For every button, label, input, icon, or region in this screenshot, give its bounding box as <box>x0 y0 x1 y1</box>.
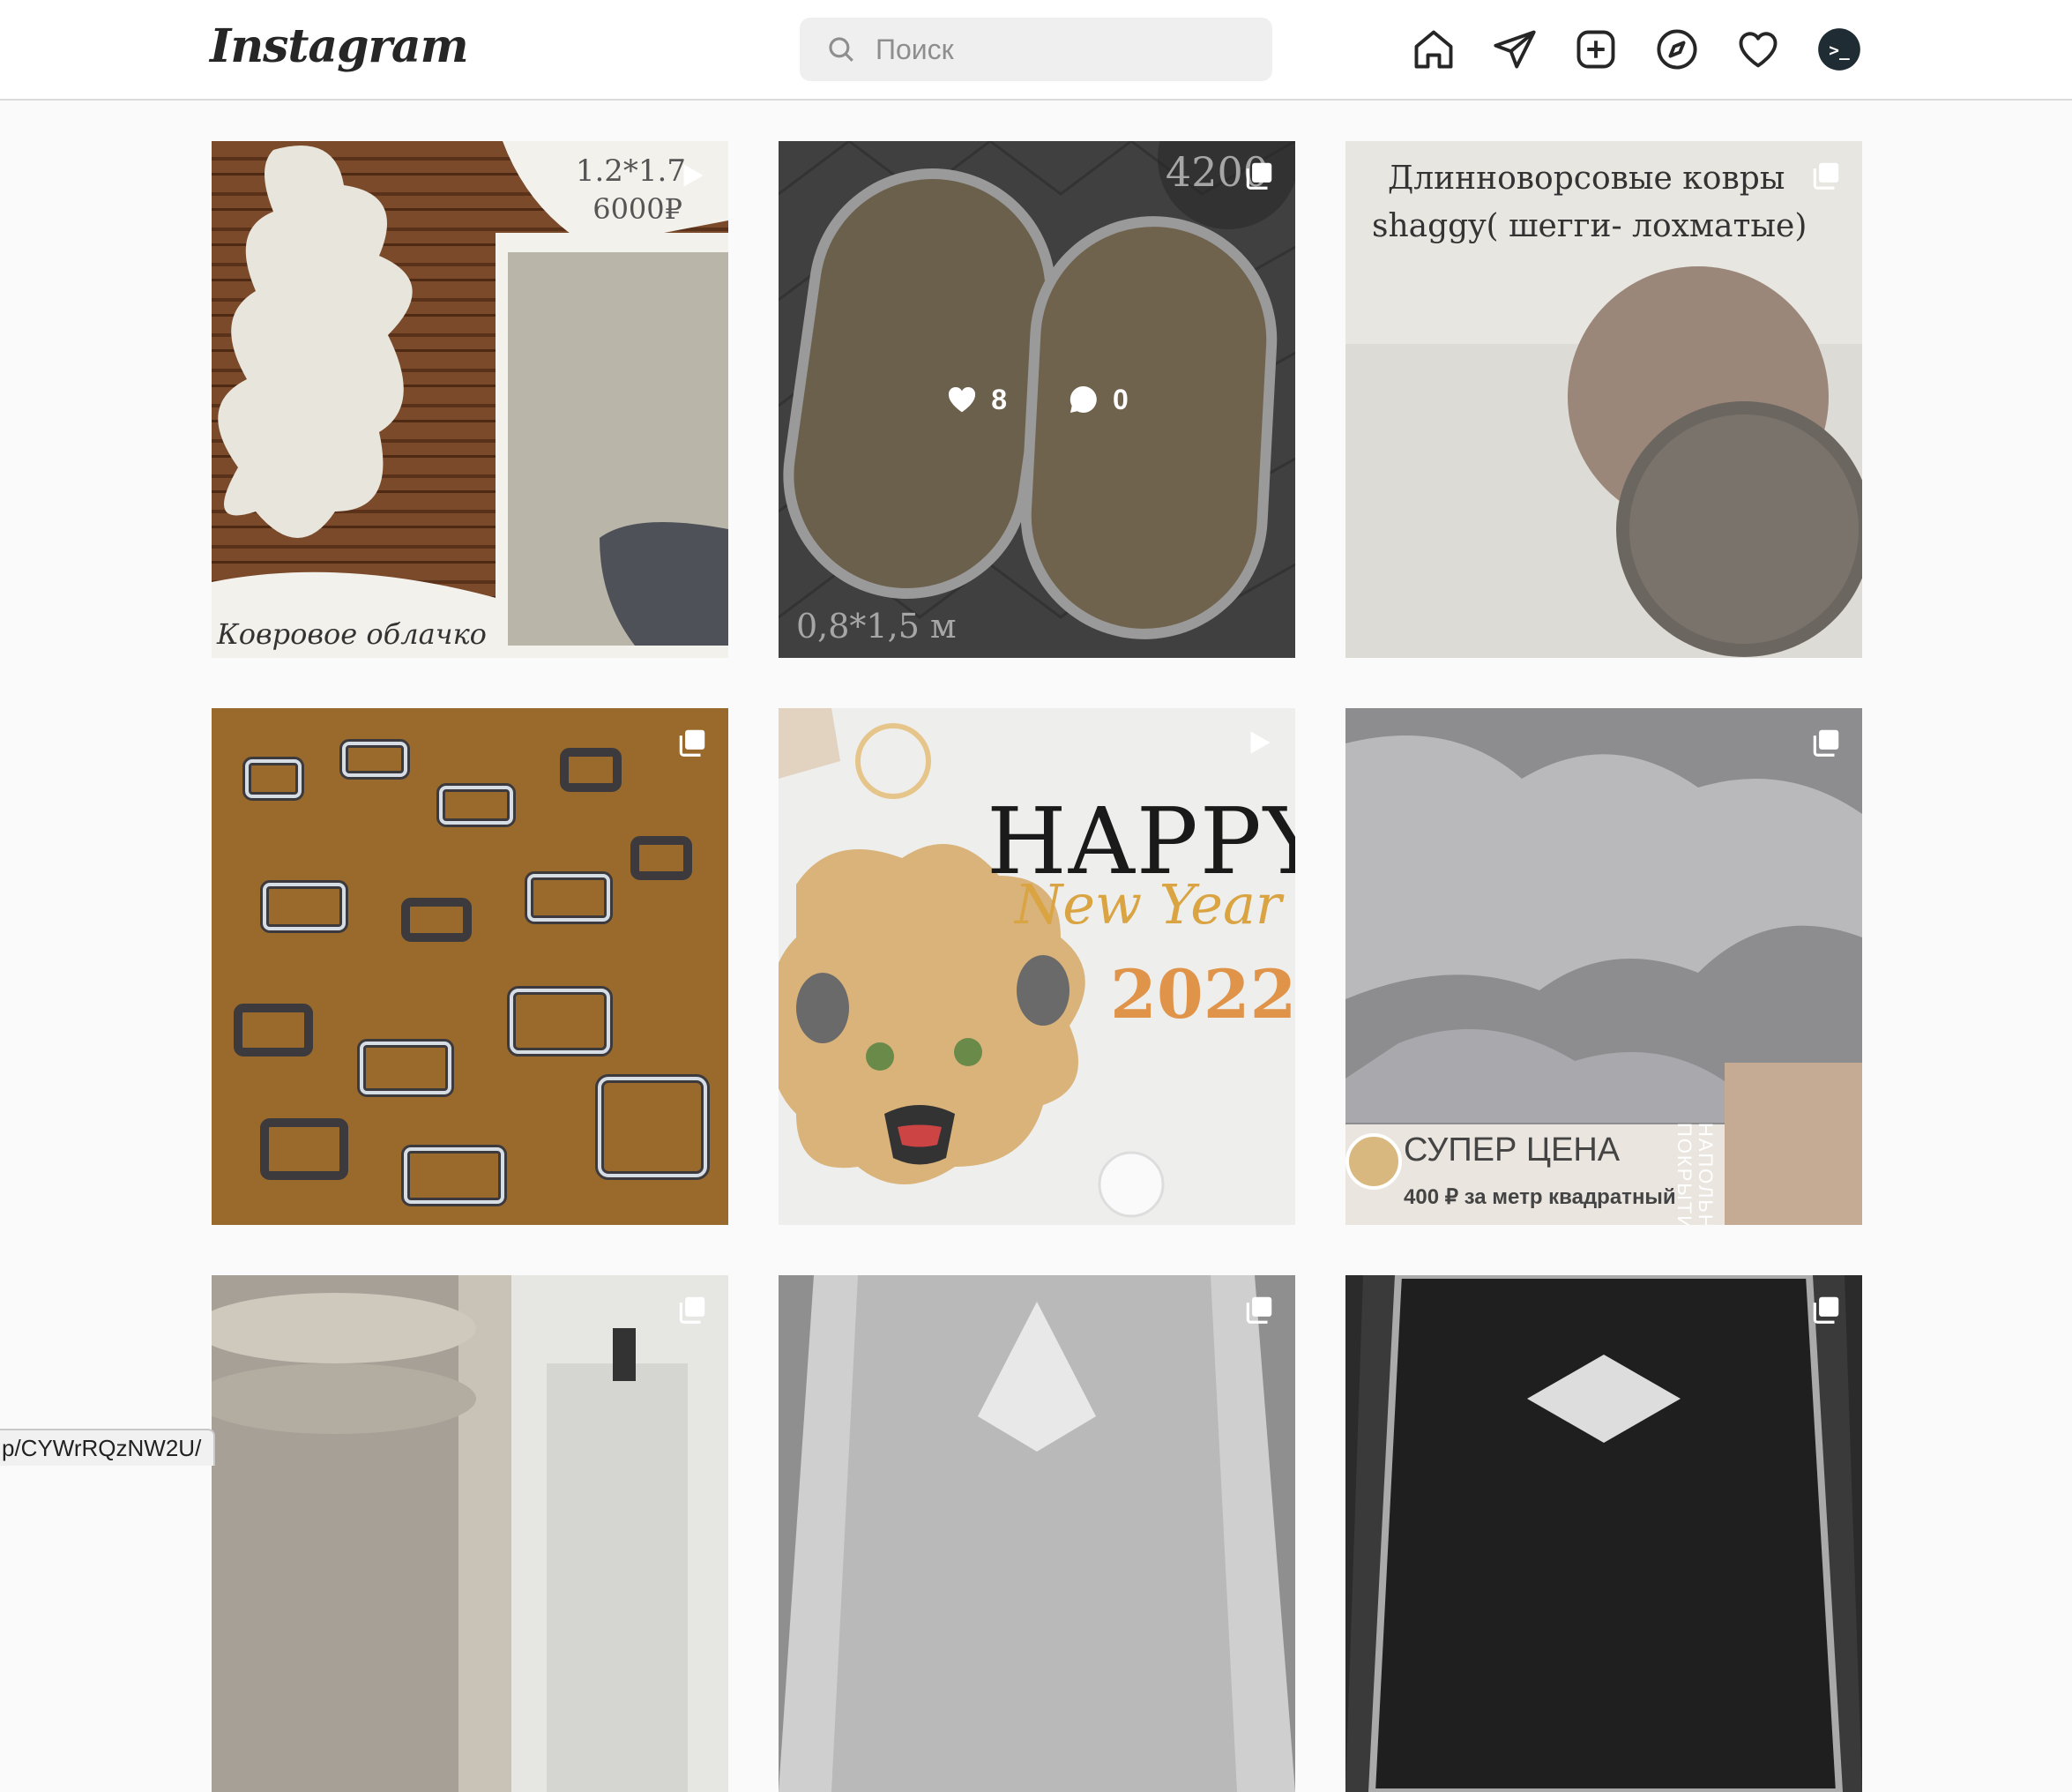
post-5-year: 2022 <box>1110 955 1295 1034</box>
likes-count: 8 <box>945 383 1007 416</box>
heart-filled-icon <box>949 386 976 413</box>
comments-count: 0 <box>1067 383 1129 416</box>
carousel-icon <box>1813 1296 1839 1324</box>
post-1-price: 6000₽ <box>593 192 682 226</box>
post-tile-9[interactable] <box>1345 1275 1862 1792</box>
post-tile-7[interactable] <box>212 1275 728 1792</box>
post-image-grey-runner <box>779 1275 1295 1792</box>
post-tile-5[interactable]: HAPPY New Year 2022 <box>779 708 1295 1225</box>
carousel-icon <box>1813 729 1839 757</box>
new-post-button[interactable] <box>1569 23 1622 76</box>
post-tile-8[interactable] <box>779 1275 1295 1792</box>
plus-square-icon <box>1576 30 1615 69</box>
post-3-title-1: Длинноворсовые ковры <box>1388 161 1785 197</box>
comment-filled-icon <box>1070 385 1097 414</box>
paper-plane-icon <box>1494 30 1536 69</box>
avatar: >_ <box>1818 28 1860 71</box>
svg-text:>_: >_ <box>1829 41 1850 61</box>
home-icon <box>1414 30 1453 69</box>
compass-icon <box>1657 29 1697 70</box>
top-navigation-bar: Instagram Поиск >_ <box>0 0 2072 101</box>
post-6-price-title: СУПЕР ЦЕНА <box>1404 1131 1621 1169</box>
explore-button[interactable] <box>1651 23 1703 76</box>
post-3-title-2: shaggy( шегги- лохматые) <box>1372 208 1807 244</box>
search-icon <box>829 37 853 62</box>
post-1-size: 1.2*1.7 <box>575 153 686 189</box>
post-image-dark-floral-rug <box>1345 1275 1862 1792</box>
reel-icon <box>1250 731 1271 754</box>
post-tile-6[interactable]: СУПЕР ЦЕНА 400 ₽ за метр квадратный НАПО… <box>1345 708 1862 1225</box>
search-input[interactable]: Поиск <box>800 18 1272 81</box>
search-placeholder: Поиск <box>876 33 954 65</box>
post-tile-2[interactable]: 4200 0,8*1,5 м 8 0 <box>779 141 1295 658</box>
activity-button[interactable] <box>1732 23 1785 76</box>
carousel-icon <box>1246 162 1272 190</box>
post-5-new-year: New Year <box>1015 872 1282 937</box>
post-tile-1[interactable]: 1.2*1.7 6000₽ Ковровое облачко <box>212 141 728 658</box>
carousel-icon <box>679 729 705 757</box>
post-image-brown-carpet <box>212 708 728 1225</box>
direct-messages-button[interactable] <box>1488 23 1541 76</box>
carousel-icon <box>679 1296 705 1324</box>
post-6-price-sub: 400 ₽ за метр квадратный <box>1404 1185 1676 1209</box>
carousel-icon <box>1246 1296 1272 1324</box>
post-tile-4[interactable] <box>212 708 728 1225</box>
status-bar-url: p/CYWrRQzNW2U/ <box>0 1429 216 1466</box>
carousel-icon <box>1813 162 1839 190</box>
post-6-side-text: НАПОЛЬНОЕ ПОКРЫТИЕ <box>1673 1123 1717 1225</box>
profile-avatar-button[interactable]: >_ <box>1813 23 1866 76</box>
reel-icon <box>683 164 704 187</box>
heart-icon <box>1739 32 1778 68</box>
post-tile-3[interactable]: Длинноворсовые ковры shaggy( шегги- лохм… <box>1345 141 1862 658</box>
home-button[interactable] <box>1407 23 1460 76</box>
post-1-caption: Ковровое облачко <box>217 617 487 651</box>
post-hover-overlay[interactable]: 8 0 <box>779 141 1295 658</box>
instagram-logo[interactable]: Instagram <box>210 19 469 73</box>
post-image-rolled-rugs <box>212 1275 728 1792</box>
